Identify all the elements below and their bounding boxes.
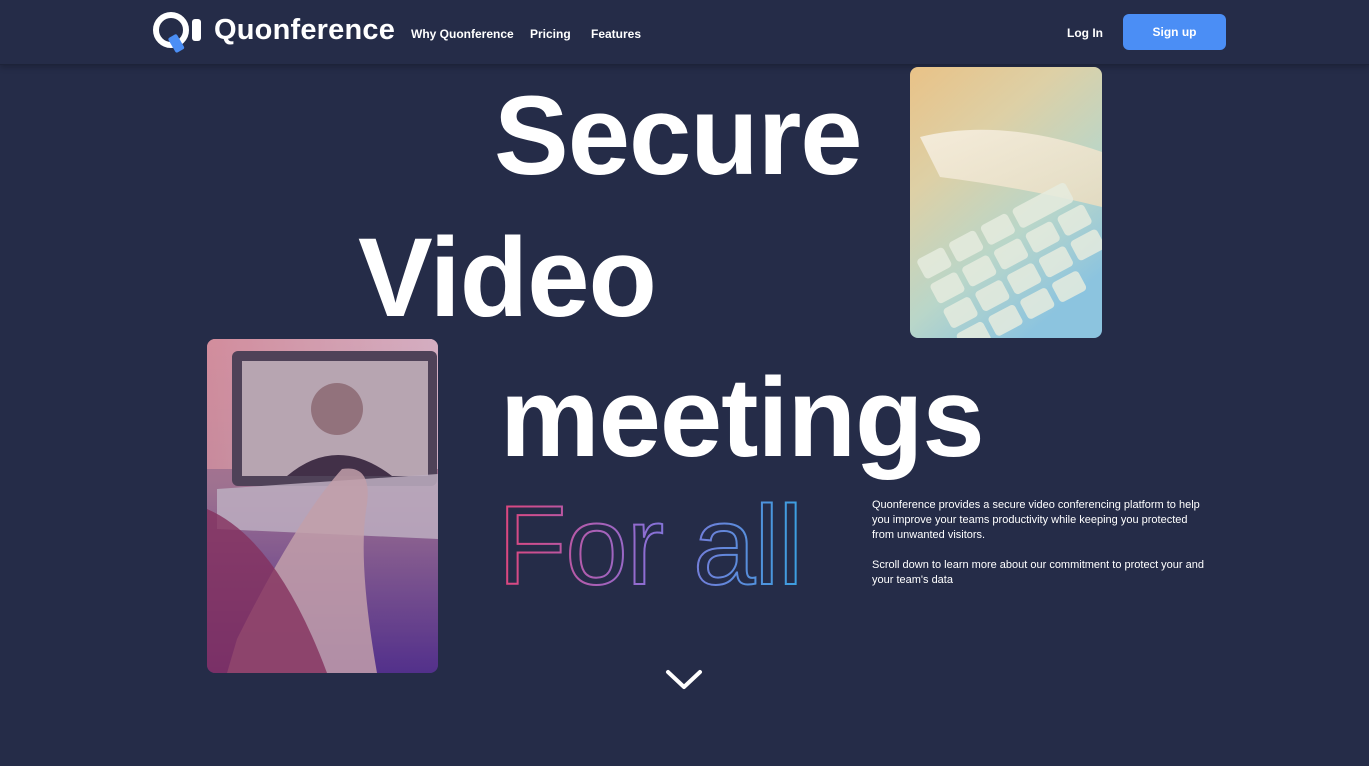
brand-name[interactable]: Quonference [214,14,395,47]
hero-title-line-1: Secure [494,73,863,198]
hero-title-line-2: Video [358,215,657,340]
hero-title-line-4: For all [498,483,802,608]
nav-features[interactable]: Features [591,27,641,41]
chevron-down-icon[interactable] [664,666,704,694]
hero-description: Quonference provides a secure video conf… [872,499,1200,541]
video-call-photo [207,339,438,673]
hero-title-line-3: meetings [500,355,985,480]
keyboard-photo [910,67,1102,338]
nav-why-quonference[interactable]: Why Quonference [411,27,514,41]
signup-button[interactable]: Sign up [1123,14,1226,50]
hero-title-outline: For all [497,482,804,609]
quonference-logo-icon[interactable] [152,11,204,53]
nav-pricing[interactable]: Pricing [530,27,571,41]
login-link[interactable]: Log In [1067,26,1103,40]
hero-scroll-hint: Scroll down to learn more about our comm… [872,559,1204,586]
top-navbar: Quonference Why Quonference Pricing Feat… [0,0,1369,65]
